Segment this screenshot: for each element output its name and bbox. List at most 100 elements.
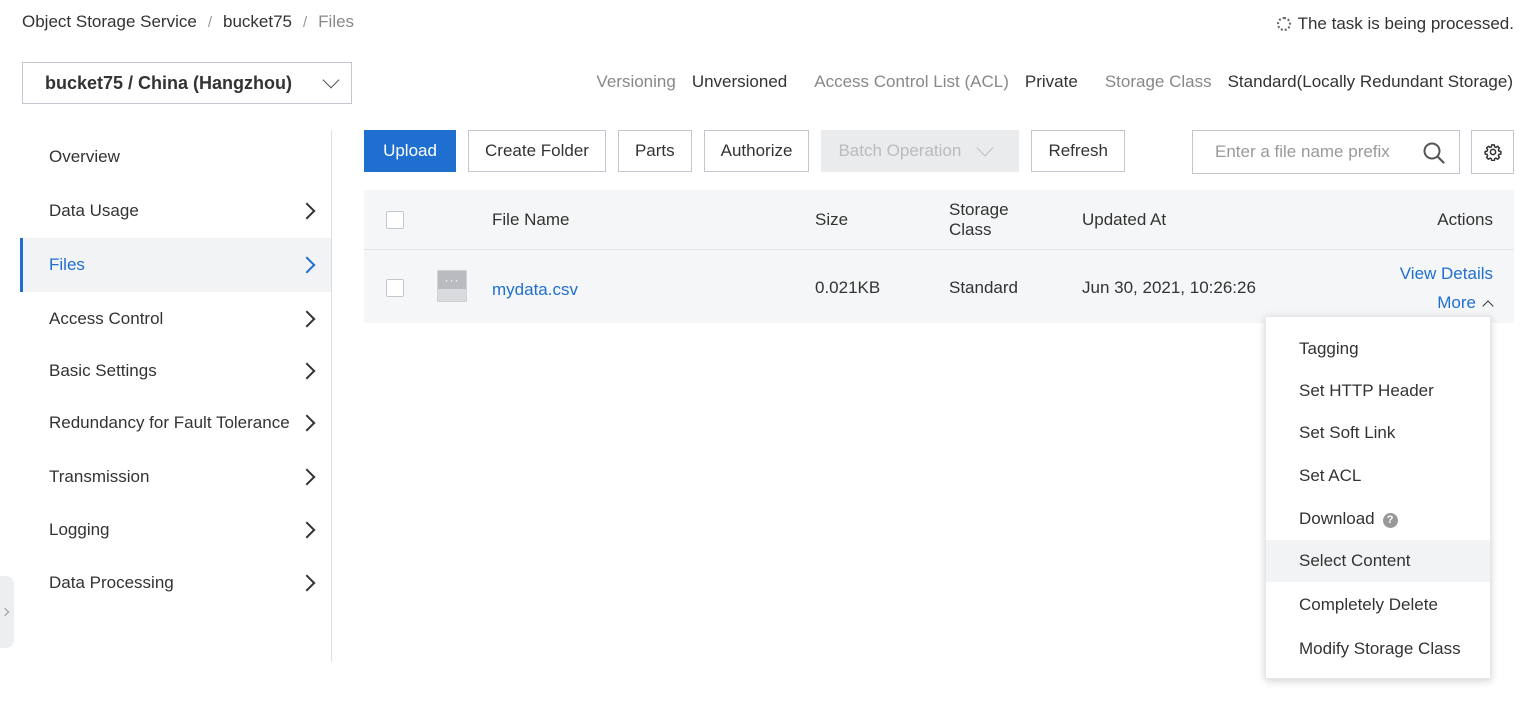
header-actions: Actions [1437,210,1493,229]
acl-value: Private [1024,72,1078,91]
header-storage-class-line1: Storage [949,200,1009,219]
sidebar-item-overview[interactable]: Overview [20,130,331,184]
sidebar-item-label: Files [49,255,85,274]
menu-item-set-soft-link[interactable]: Set Soft Link [1266,412,1490,454]
sidebar-item-label: Data Usage [49,201,139,220]
search-input[interactable] [1215,142,1415,162]
help-icon[interactable]: ? [1382,512,1398,528]
row-checkbox[interactable] [386,279,404,297]
files-table: File Name Size Storage Class Updated At … [364,190,1514,323]
create-folder-button[interactable]: Create Folder [468,130,606,172]
breadcrumb-item-current: Files [318,12,355,31]
chevron-down-icon [976,139,994,157]
bucket-selector[interactable]: bucket75 / China (Hangzhou) [22,62,352,104]
menu-item-label: Tagging [1299,339,1359,358]
sidebar-item-label: Basic Settings [49,361,157,380]
menu-item-completely-delete[interactable]: Completely Delete [1266,582,1490,628]
bucket-selector-label: bucket75 / China (Hangzhou) [45,72,293,93]
breadcrumb: Object Storage Service / bucket75 / File… [22,12,354,32]
bucket-meta: Versioning Unversioned Access Control Li… [596,72,1513,92]
parts-button[interactable]: Parts [617,130,692,172]
chevron-right-icon [298,362,316,380]
menu-item-tagging[interactable]: Tagging [1266,328,1490,370]
chevron-right-icon [298,574,316,592]
more-actions-toggle[interactable]: More [1437,293,1494,313]
sidebar-item-redundancy[interactable]: Redundancy for Fault Tolerance [20,396,331,450]
acl-label: Access Control List (ACL) [814,72,1009,91]
chevron-right-icon [298,414,316,432]
breadcrumb-item-bucket[interactable]: bucket75 [223,12,292,32]
menu-item-label: Completely Delete [1299,595,1438,614]
loading-spinner-icon [1276,17,1291,31]
header-updated-at: Updated At [1082,210,1167,229]
file-updated-at: Jun 30, 2021, 10:26:26 [1082,278,1256,297]
versioning-label: Versioning [596,72,676,91]
storage-class-label: Storage Class [1104,72,1212,91]
chevron-right-icon [0,607,10,617]
upload-button[interactable]: Upload [364,130,456,172]
sidebar: Overview Data Usage Files Access Control… [20,130,332,662]
menu-item-set-acl[interactable]: Set ACL [1266,454,1490,498]
search-box [1192,130,1460,174]
chevron-right-icon [298,310,316,328]
chevron-right-icon [298,468,316,486]
batch-operation-button: Batch Operation [821,130,1020,172]
sidebar-item-label: Transmission [49,467,150,486]
more-link: More [1437,293,1476,312]
select-all-checkbox[interactable] [386,211,404,229]
authorize-button[interactable]: Authorize [703,130,810,172]
header-size: Size [815,210,849,229]
view-details-link[interactable]: View Details [1400,264,1493,284]
menu-item-label: Select Content [1299,551,1411,570]
file-size: 0.021KB [815,278,881,297]
storage-class-value: Standard(Locally Redundant Storage) [1227,72,1513,91]
menu-item-label: Download [1299,509,1375,528]
gear-icon [1483,144,1502,161]
task-status: The task is being processed. [1276,14,1514,34]
sidebar-collapse-handle[interactable] [0,576,14,648]
sidebar-item-transmission[interactable]: Transmission [20,450,331,504]
sidebar-item-basic-settings[interactable]: Basic Settings [20,346,331,396]
sidebar-item-data-processing[interactable]: Data Processing [20,556,331,610]
chevron-right-icon [298,256,316,274]
menu-item-select-content[interactable]: Select Content [1266,540,1490,582]
sidebar-item-label: Access Control [49,309,164,328]
sidebar-item-access-control[interactable]: Access Control [20,292,331,346]
breadcrumb-separator: / [302,13,308,31]
header-file-name: File Name [492,210,570,229]
header-storage-class: Storage Class [949,200,1009,240]
menu-item-label: Set HTTP Header [1299,381,1434,400]
search-icon[interactable] [1423,142,1445,164]
sidebar-item-label: Data Processing [49,573,174,592]
sidebar-item-label: Overview [49,147,120,166]
sidebar-item-data-usage[interactable]: Data Usage [20,184,331,238]
sidebar-item-label: Logging [49,520,110,539]
chevron-up-icon [1482,299,1494,312]
sidebar-item-logging[interactable]: Logging [20,504,331,556]
file-name-link[interactable]: mydata.csv [492,280,578,300]
menu-item-modify-storage-class[interactable]: Modify Storage Class [1266,628,1490,670]
task-status-text: The task is being processed. [1297,14,1514,33]
menu-item-set-http-header[interactable]: Set HTTP Header [1266,370,1490,412]
chevron-right-icon [298,521,316,539]
breadcrumb-separator: / [207,13,212,31]
sidebar-item-files[interactable]: Files [20,238,331,292]
menu-item-label: Set ACL [1299,466,1362,485]
refresh-button[interactable]: Refresh [1031,130,1125,172]
file-icon: ··· [437,270,467,302]
versioning-value: Unversioned [691,72,788,91]
batch-operation-label: Batch Operation [838,141,962,160]
breadcrumb-item-oss[interactable]: Object Storage Service [22,12,197,32]
menu-item-label: Modify Storage Class [1299,639,1461,658]
settings-button[interactable] [1471,130,1514,174]
menu-item-download[interactable]: Download ? [1266,498,1490,540]
chevron-right-icon [298,202,316,220]
table-row: ··· mydata.csv 0.021KB Standard Jun 30, … [364,250,1514,323]
menu-item-label: Set Soft Link [1299,423,1396,442]
toolbar: Upload Create Folder Parts Authorize Bat… [364,130,1137,172]
more-actions-menu: Tagging Set HTTP Header Set Soft Link Se… [1265,316,1491,679]
file-storage-class: Standard [949,278,1018,297]
table-header: File Name Size Storage Class Updated At … [364,190,1514,250]
chevron-down-icon [322,71,340,89]
sidebar-item-label: Redundancy for Fault Tolerance [49,413,290,432]
